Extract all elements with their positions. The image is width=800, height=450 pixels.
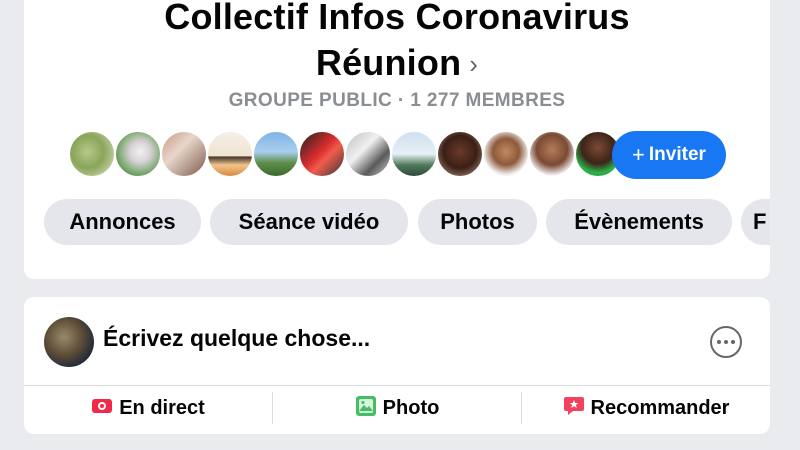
invite-label: Inviter [648,144,706,165]
member-avatar[interactable] [390,130,438,178]
member-avatar[interactable] [68,130,116,178]
group-header-card: Collectif Infos Coronavirus Réunion › GRO… [24,0,770,279]
group-title-line2[interactable]: Réunion › [24,40,770,89]
user-avatar[interactable] [44,317,94,367]
photo-label: Photo [382,397,440,419]
live-video-label: En direct [119,397,205,419]
member-avatar[interactable] [482,130,530,178]
composer-prompt[interactable]: Écrivez quelque chose... [103,325,370,352]
member-avatar[interactable] [252,130,300,178]
chevron-right-icon[interactable]: › [469,49,478,79]
member-avatar[interactable] [528,130,576,178]
invite-button[interactable]: + Inviter [612,131,726,179]
member-avatar[interactable] [344,130,392,178]
photo-icon [355,395,377,423]
member-avatar[interactable] [206,130,254,178]
recommend-icon [563,395,585,423]
plus-icon: + [632,142,645,167]
tab-evenements[interactable]: Évènements [546,199,732,245]
composer-card: Écrivez quelque chose... En direct Photo… [24,297,770,434]
member-avatar[interactable] [114,130,162,178]
photo-button[interactable]: Photo [273,386,521,431]
live-video-icon [91,396,113,422]
tab-photos[interactable]: Photos [418,199,537,245]
tab-seance-video[interactable]: Séance vidéo [210,199,408,245]
group-title-line1[interactable]: Collectif Infos Coronavirus [24,0,770,40]
member-avatar[interactable] [436,130,484,178]
group-subtitle: GROUPE PUBLIC · 1 277 MEMBRES [228,90,566,111]
tab-annonces[interactable]: Annonces [44,199,201,245]
member-avatar[interactable] [298,130,346,178]
member-avatar[interactable] [160,130,208,178]
tab-more[interactable]: F [741,199,770,245]
recommend-button[interactable]: Recommander [522,386,770,431]
more-options-icon[interactable] [710,326,742,358]
live-video-button[interactable]: En direct [24,386,272,431]
recommend-label: Recommander [590,397,730,419]
group-title-line2-text[interactable]: Réunion [316,42,461,83]
composer-actions: En direct Photo Recommander [24,386,770,434]
